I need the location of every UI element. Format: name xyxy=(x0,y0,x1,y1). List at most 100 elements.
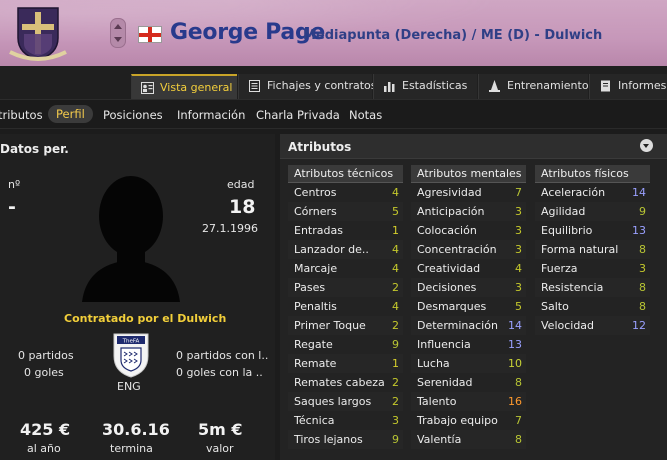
subnav-perfil[interactable]: Perfil xyxy=(48,105,93,123)
attribute-row[interactable]: Resistencia 8 xyxy=(535,278,650,297)
attribute-row[interactable]: Remates cabeza 2 xyxy=(288,373,403,392)
attribute-name: Influencia xyxy=(417,338,471,351)
attribute-value: 1 xyxy=(392,357,399,370)
attribute-value: 3 xyxy=(515,281,522,294)
attribute-name: Agilidad xyxy=(541,205,586,218)
attribute-row[interactable]: Concentración 3 xyxy=(411,240,526,259)
attribute-name: Regate xyxy=(294,338,333,351)
attribute-row[interactable]: Lucha 10 xyxy=(411,354,526,373)
attribute-row[interactable]: Desmarques 5 xyxy=(411,297,526,316)
attribute-row[interactable]: Decisiones 3 xyxy=(411,278,526,297)
attribute-name: Técnica xyxy=(294,414,335,427)
attribute-row[interactable]: Forma natural 8 xyxy=(535,240,650,259)
tab-informes[interactable]: Informes xyxy=(589,74,667,99)
attribute-name: Centros xyxy=(294,186,337,199)
tab-vista-general[interactable]: Vista general xyxy=(131,74,237,99)
attribute-value: 2 xyxy=(392,281,399,294)
attribute-row[interactable]: Fuerza 3 xyxy=(535,259,650,278)
attribute-name: Marcaje xyxy=(294,262,338,275)
attribute-row[interactable]: Velocidad 12 xyxy=(535,316,650,335)
subnav-atributos[interactable]: tributos xyxy=(0,108,43,122)
attribute-row[interactable]: Equilibrio 13 xyxy=(535,221,650,240)
attribute-name: Lanzador de.. xyxy=(294,243,369,256)
attribute-row[interactable]: Penaltis 4 xyxy=(288,297,403,316)
attribute-value: 4 xyxy=(392,300,399,313)
attribute-row[interactable]: Creatividad 4 xyxy=(411,259,526,278)
attribute-row[interactable]: Saques largos 2 xyxy=(288,392,403,411)
attribute-row[interactable]: Primer Toque 2 xyxy=(288,316,403,335)
tab-label: Estadísticas xyxy=(402,79,468,92)
main-tabbar: Vista general Fichajes y contratos Estad… xyxy=(0,66,667,100)
attribute-name: Tiros lejanos xyxy=(294,433,363,446)
tab-label: Entrenamiento xyxy=(507,79,589,92)
attribute-value: 13 xyxy=(508,338,522,351)
subnav-posiciones[interactable]: Posiciones xyxy=(103,108,163,122)
attribute-row[interactable]: Agilidad 9 xyxy=(535,202,650,221)
overview-icon xyxy=(141,82,154,94)
tab-estadisticas[interactable]: Estadísticas xyxy=(373,74,477,99)
attribute-row[interactable]: Entradas 1 xyxy=(288,221,403,240)
attribute-name: Serenidad xyxy=(417,376,473,389)
attribute-value: 4 xyxy=(515,262,522,275)
attribute-row[interactable]: Regate 9 xyxy=(288,335,403,354)
player-switch-stepper[interactable] xyxy=(110,18,126,48)
attribute-name: Fuerza xyxy=(541,262,578,275)
attribute-name: Saques largos xyxy=(294,395,372,408)
attribute-row[interactable]: Serenidad 8 xyxy=(411,373,526,392)
attribute-value: 7 xyxy=(515,414,522,427)
date-of-birth: 27.1.1996 xyxy=(202,222,258,235)
player-header: George Page Mediapunta (Derecha) / ME (D… xyxy=(0,0,667,66)
profile-subnav: tributos Perfil Posiciones Información C… xyxy=(0,100,667,129)
attribute-row[interactable]: Córners 5 xyxy=(288,202,403,221)
tab-entrenamiento[interactable]: Entrenamiento xyxy=(478,74,589,99)
tab-label: Vista general xyxy=(160,81,233,94)
attribute-name: Remate xyxy=(294,357,337,370)
attribute-row[interactable]: Remate 1 xyxy=(288,354,403,373)
attribute-value: 7 xyxy=(515,186,522,199)
attribute-row[interactable]: Salto 8 xyxy=(535,297,650,316)
attribute-value: 8 xyxy=(639,281,646,294)
player-silhouette xyxy=(82,176,180,302)
attribute-name: Valentía xyxy=(417,433,462,446)
attribute-name: Determinación xyxy=(417,319,498,332)
document-icon xyxy=(249,80,260,92)
attribute-value: 3 xyxy=(515,243,522,256)
national-team-goals: 0 goles con la .. xyxy=(176,366,263,379)
attribute-row[interactable]: Tiros lejanos 9 xyxy=(288,430,403,449)
attribute-name: Creatividad xyxy=(417,262,481,275)
next-player-icon[interactable] xyxy=(114,37,122,42)
previous-player-icon[interactable] xyxy=(114,24,122,29)
attribute-row[interactable]: Trabajo equipo 7 xyxy=(411,411,526,430)
subnav-charla-privada[interactable]: Charla Privada xyxy=(256,108,340,122)
attribute-row[interactable]: Valentía 8 xyxy=(411,430,526,449)
attribute-row[interactable]: Centros 4 xyxy=(288,183,403,202)
attribute-row[interactable]: Anticipación 3 xyxy=(411,202,526,221)
attribute-value: 2 xyxy=(392,376,399,389)
attribute-row[interactable]: Lanzador de.. 4 xyxy=(288,240,403,259)
bar-chart-icon xyxy=(384,82,395,92)
attribute-row[interactable]: Agresividad 7 xyxy=(411,183,526,202)
attribute-name: Concentración xyxy=(417,243,497,256)
attribute-row[interactable]: Influencia 13 xyxy=(411,335,526,354)
contract-expiry-label: termina xyxy=(110,442,153,455)
attribute-value: 3 xyxy=(515,224,522,237)
attribute-row[interactable]: Colocación 3 xyxy=(411,221,526,240)
contract-expiry-value: 30.6.16 xyxy=(102,420,170,439)
player-position-club: Mediapunta (Derecha) / ME (D) - Dulwich xyxy=(303,28,603,43)
attribute-name: Aceleración xyxy=(541,186,606,199)
attribute-row[interactable]: Determinación 14 xyxy=(411,316,526,335)
age-value: 18 xyxy=(229,196,256,218)
subnav-informacion[interactable]: Información xyxy=(177,108,245,122)
attribute-row[interactable]: Aceleración 14 xyxy=(535,183,650,202)
attributes-header: Atributos xyxy=(280,134,667,159)
tab-fichajes[interactable]: Fichajes y contratos xyxy=(238,74,377,99)
attribute-value: 1 xyxy=(392,224,399,237)
attribute-row[interactable]: Técnica 3 xyxy=(288,411,403,430)
attribute-row[interactable]: Marcaje 4 xyxy=(288,259,403,278)
subnav-notas[interactable]: Notas xyxy=(349,108,382,122)
technical-attributes-column: Atributos técnicos Centros 4 Córners 5 Entra… xyxy=(288,165,403,449)
panel-menu-icon[interactable] xyxy=(640,139,653,152)
club-matches: 0 partidos xyxy=(18,349,74,362)
attribute-row[interactable]: Talento 16 xyxy=(411,392,526,411)
attribute-row[interactable]: Pases 2 xyxy=(288,278,403,297)
